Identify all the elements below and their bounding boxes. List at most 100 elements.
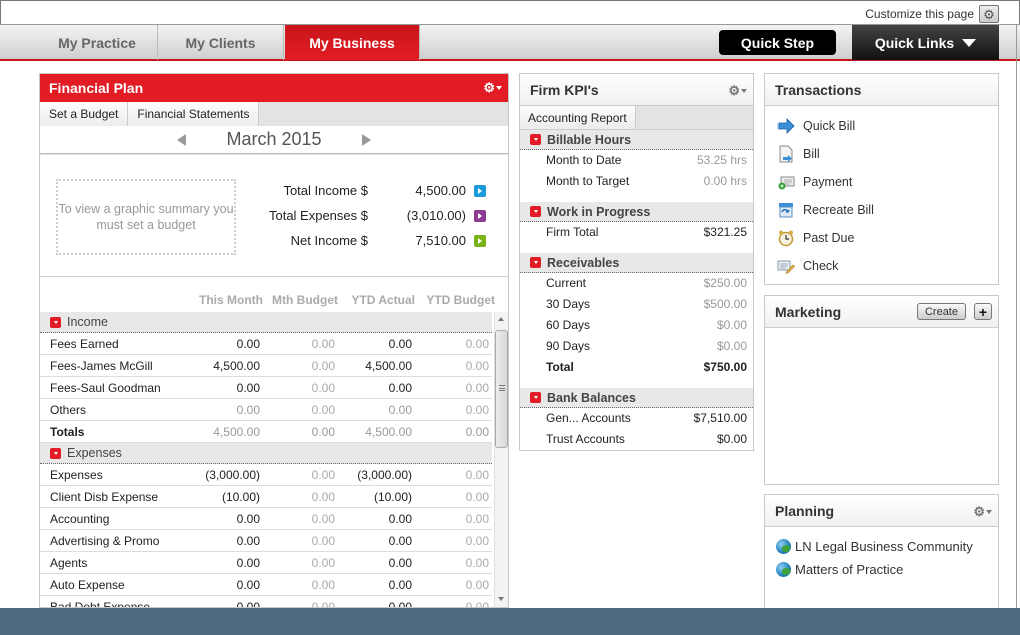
play-icon[interactable] [474,234,486,247]
section-billable-hours[interactable]: Billable Hours [520,130,753,150]
quick-links-label: Quick Links [874,34,955,51]
cell: 0.00 [388,556,412,570]
gear-icon[interactable]: ⚙ [973,504,992,520]
gear-icon[interactable]: ⚙ [979,5,999,23]
collapse-icon[interactable] [530,134,541,145]
kpi-label: Gen... Accounts [546,411,631,425]
link-label: Quick Bill [803,119,856,133]
section-income[interactable]: Income [40,312,492,333]
kpi-row: Month to Date 53.25 hrs [520,150,753,171]
next-month-icon[interactable] [361,133,371,146]
section-bank-balances[interactable]: Bank Balances [520,388,753,408]
kpi-row: Month to Target 0.00 hrs [520,171,753,192]
tab-my-business[interactable]: My Business [285,25,420,60]
check-link[interactable]: Check [765,252,998,280]
collapse-icon[interactable] [50,447,61,459]
cell: 0.00 [465,403,489,417]
quick-bill-link[interactable]: Quick Bill [765,112,998,140]
section-label: Expenses [67,446,122,460]
link-label: LN Legal Business Community [795,539,973,554]
section-label: Bank Balances [547,390,636,405]
quick-links-button[interactable]: Quick Links [852,25,999,60]
bill-link[interactable]: Bill [765,140,998,168]
section-receivables[interactable]: Receivables [520,253,753,273]
cell: 0.00 [311,403,335,417]
tab-accounting-report[interactable]: Accounting Report [520,106,636,129]
add-button[interactable]: + [974,303,992,320]
cell: 0.00 [236,381,260,395]
month-navigator: March 2015 [40,126,508,154]
tab-my-practice[interactable]: My Practice [37,25,158,60]
summary-value: 4,500.00 [415,183,466,198]
table-row: Bad Debt Expense 0.00 0.00 0.00 0.00 [40,596,492,608]
gear-icon[interactable]: ⚙ [728,83,747,99]
gear-icon[interactable]: ⚙ [483,80,502,96]
link-label: Recreate Bill [803,203,874,217]
tab-my-clients[interactable]: My Clients [158,25,284,60]
summary-total-expenses: Total Expenses $ (3,010.00) [208,208,486,223]
section-label: Income [67,315,108,329]
cell: 0.00 [236,600,260,608]
planning-header: Planning ⚙ [765,495,998,527]
col-ytd-actual: YTD Actual [351,293,415,307]
payment-link[interactable]: Payment [765,168,998,196]
row-name: Fees Earned [50,337,119,351]
play-icon[interactable] [474,184,486,197]
scroll-thumb[interactable] [495,330,508,448]
financial-summary: To view a graphic summary you must set a… [40,154,508,277]
cell: 4,500.00 [365,425,412,439]
table-header: This Month Mth Budget YTD Actual YTD Bud… [40,293,495,310]
link-label: Matters of Practice [795,562,904,577]
scroll-down-icon[interactable] [498,597,504,601]
panel-title: Transactions [775,82,862,98]
marketing-header: Marketing Create + [765,296,998,328]
current-month: March 2015 [226,129,322,149]
cell: 0.00 [236,578,260,592]
marketing-panel: Marketing Create + [764,295,999,485]
row-name: Expenses [50,468,103,482]
planning-link[interactable]: Matters of Practice [765,558,998,581]
table-scrollbar[interactable] [494,312,508,607]
scroll-up-icon[interactable] [498,317,504,321]
customize-label[interactable]: Customize this page [865,7,974,21]
kpi-value: $0.00 [716,432,747,446]
kpi-value: $250.00 [703,276,747,290]
row-name: Client Disb Expense [50,490,159,504]
transactions-panel: Transactions Quick Bill Bill Payment Rec… [764,73,999,285]
table-row: Auto Expense 0.00 0.00 0.00 0.00 [40,574,492,596]
customize-page[interactable]: Customize this page ⚙ [865,5,999,23]
cell: 4,500.00 [213,425,260,439]
collapse-icon[interactable] [530,206,541,217]
collapse-icon[interactable] [530,257,541,268]
recreate-bill-link[interactable]: Recreate Bill [765,196,998,224]
section-expenses[interactable]: Expenses [40,443,492,464]
past-due-link[interactable]: Past Due [765,224,998,252]
summary-label: Total Income $ [283,183,368,198]
chevron-down-icon [962,38,977,47]
cell: 0.00 [388,578,412,592]
cell: 0.00 [311,381,335,395]
row-name: Fees-James McGill [50,359,153,373]
prev-month-icon[interactable] [177,133,187,146]
collapse-icon[interactable] [50,316,61,328]
planning-link[interactable]: LN Legal Business Community [765,535,998,558]
panel-title: Planning [775,503,835,519]
collapse-icon[interactable] [530,392,541,403]
cell: 0.00 [465,578,489,592]
cell: 0.00 [388,534,412,548]
section-work-in-progress[interactable]: Work in Progress [520,202,753,222]
cell: 0.00 [236,534,260,548]
cell: 0.00 [311,556,335,570]
kpi-label: Month to Date [546,153,622,167]
kpi-total-row: Total $750.00 [520,357,753,378]
quick-step-button[interactable]: Quick Step [719,30,836,55]
kpi-tabs: Accounting Report [520,106,753,130]
create-button[interactable]: Create [916,303,966,320]
cell: 0.00 [236,403,260,417]
kpi-header: Firm KPI's ⚙ [520,74,753,106]
tab-set-budget[interactable]: Set a Budget [40,102,129,126]
cell: 0.00 [465,425,489,439]
tab-financial-statements[interactable]: Financial Statements [128,102,260,126]
table-row: Others 0.00 0.00 0.00 0.00 [40,399,492,421]
play-icon[interactable] [474,209,486,222]
